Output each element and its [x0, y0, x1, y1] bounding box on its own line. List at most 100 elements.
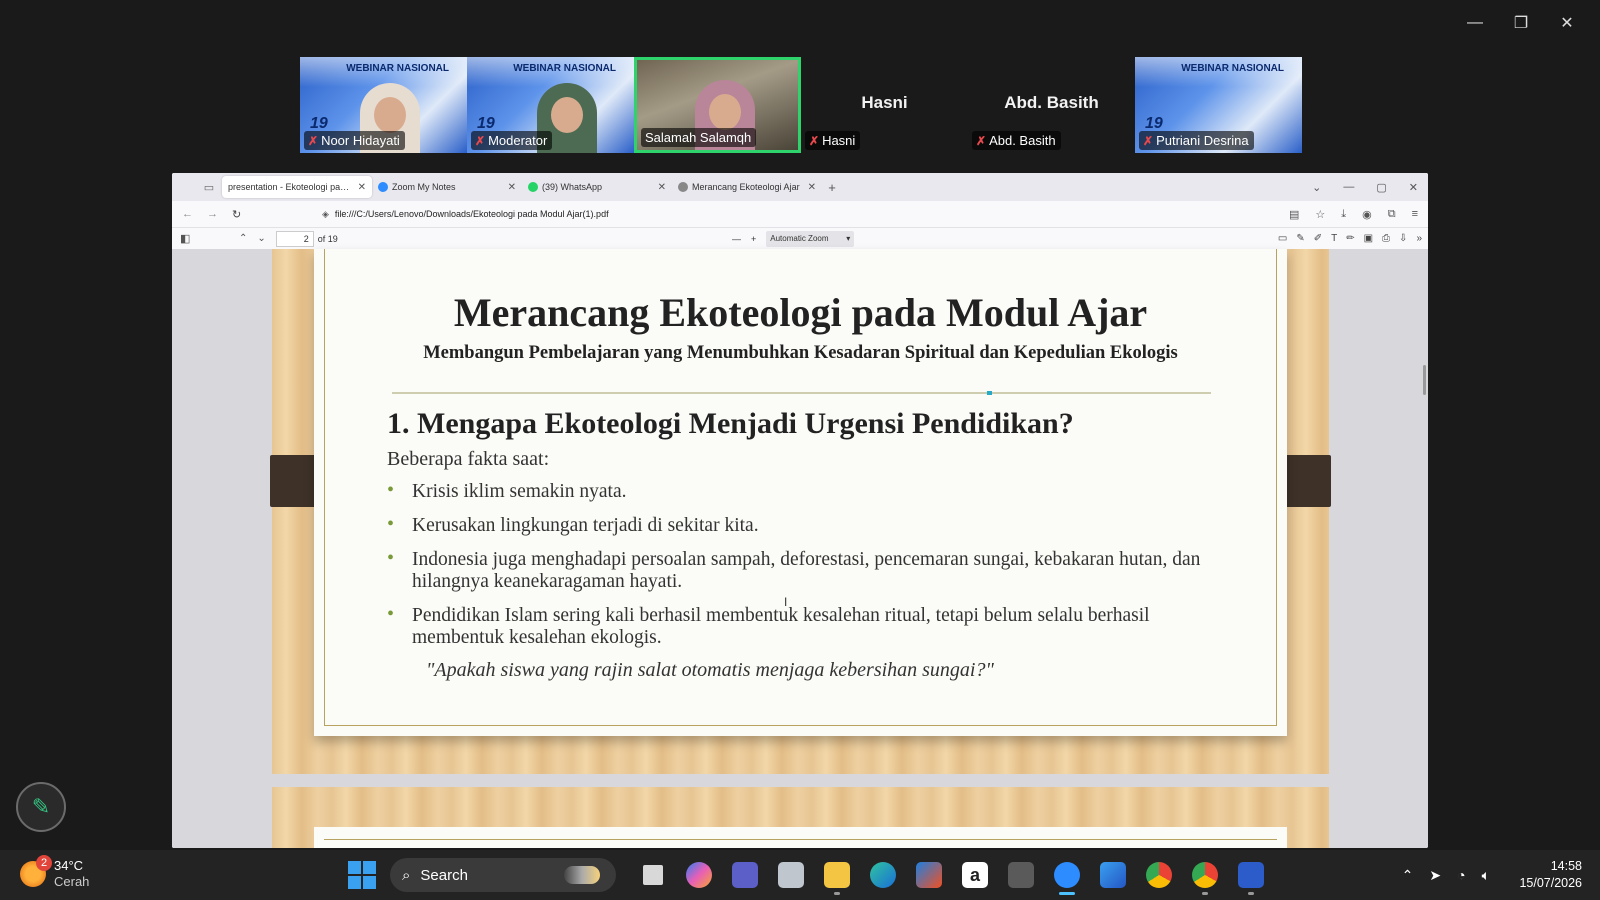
tab-zoom-notes[interactable]: Zoom My Notes ✕	[372, 176, 522, 198]
mic-muted-icon: ✗	[976, 133, 987, 148]
toolbar-icons: ▤ ☆ ⤓ ◉ ⧉ ≡	[1289, 208, 1418, 221]
printer-app-icon[interactable]	[768, 855, 814, 895]
notification-count: 2	[36, 855, 52, 871]
edit-icon[interactable]: ✎	[1296, 233, 1304, 244]
system-tray: ⌃ ➤ ◔ 🔈︎	[1402, 867, 1490, 884]
clock[interactable]: 14:58 15/07/2026	[1519, 858, 1582, 892]
windows-start-icon[interactable]	[348, 861, 376, 889]
save-icon[interactable]: ⇩	[1399, 233, 1407, 244]
participant-display-name: Abd. Basith	[1004, 93, 1099, 112]
amazon-icon[interactable]: a	[952, 855, 998, 895]
image-icon[interactable]: ▣	[1364, 233, 1373, 244]
reload-icon[interactable]: ↻	[232, 208, 241, 221]
url-text: file:///C:/Users/Lenovo/Downloads/Ekoteo…	[334, 209, 609, 219]
sidebar-toggle-icon[interactable]: ◧	[180, 232, 194, 245]
location-icon[interactable]: ➤	[1429, 867, 1441, 884]
window-controls: — ❐ ✕	[1452, 10, 1590, 36]
scrollbar-thumb[interactable]	[1423, 365, 1426, 395]
minimize-icon[interactable]: —	[1343, 181, 1354, 194]
participant-tile[interactable]: WEBINAR NASIONAL 19 ✗ Moderator	[467, 57, 634, 153]
weather-widget[interactable]: 2 34°C Cerah	[20, 855, 89, 890]
close-tab-icon[interactable]: ✕	[358, 182, 366, 193]
globe-icon	[678, 182, 688, 192]
search-input[interactable]: ⌕ Search	[390, 858, 616, 892]
draw-icon[interactable]: ✏	[1346, 233, 1354, 244]
calculator-icon[interactable]	[998, 855, 1044, 895]
text-icon[interactable]: T	[1331, 233, 1337, 244]
zoom-out-button[interactable]: —	[732, 234, 741, 244]
tab-merancang[interactable]: Merancang Ekoteologi Ajar ✕	[672, 176, 822, 198]
wifi-icon[interactable]: ◔	[1457, 867, 1465, 883]
zoom-in-button[interactable]: +	[751, 234, 756, 244]
print-icon[interactable]: ⎙	[1382, 233, 1390, 244]
teams-icon[interactable]	[722, 855, 768, 895]
pdf-viewer[interactable]: Merancang Ekoteologi pada Modul Ajar Mem…	[172, 249, 1428, 848]
word-icon[interactable]	[1228, 855, 1274, 895]
comment-icon[interactable]: ▭	[1278, 233, 1287, 244]
zoom-select[interactable]: Automatic Zoom ▾	[766, 230, 855, 247]
chrome-profile-icon[interactable]	[1182, 855, 1228, 895]
restore-button[interactable]: ❐	[1498, 10, 1544, 36]
close-icon[interactable]: ✕	[1409, 181, 1418, 194]
pdf-tools: ▭ ✎ ✐ T ✏ ▣ ⎙ ⇩ »	[1278, 233, 1422, 244]
close-tab-icon[interactable]: ✕	[508, 182, 516, 193]
zoom-controls: — + Automatic Zoom ▾	[732, 230, 855, 247]
annotate-pencil-icon[interactable]: ✎	[16, 782, 66, 832]
chevron-down-icon: ▾	[846, 234, 851, 243]
download-icon[interactable]: ⤓	[1341, 208, 1346, 221]
clock-date: 15/07/2026	[1519, 876, 1582, 890]
next-page-icon[interactable]: ⌄	[257, 233, 265, 244]
zoom-app-icon[interactable]	[1044, 855, 1090, 895]
whatsapp-icon	[528, 182, 538, 192]
snipping-tool-icon[interactable]	[1090, 855, 1136, 895]
participant-name-label: ✗ Noor Hidayati	[304, 131, 405, 150]
more-tools-icon[interactable]: »	[1416, 233, 1422, 244]
mic-muted-icon: ✗	[475, 133, 486, 148]
bullet-list: Krisis iklim semakin nyata. Kerusakan li…	[387, 479, 1207, 661]
participant-gallery: WEBINAR NASIONAL 19 ✗ Noor Hidayati WEBI…	[300, 57, 1302, 153]
temperature: 34°C	[54, 858, 84, 873]
chevron-up-icon[interactable]: ⌃	[1402, 867, 1414, 884]
participant-tile[interactable]: Hasni ✗ Hasni	[801, 57, 968, 153]
chevron-down-icon[interactable]: ⌄	[1312, 181, 1321, 194]
tab-whatsapp[interactable]: (39) WhatsApp ✕	[522, 176, 672, 198]
task-view-icon[interactable]	[630, 855, 676, 895]
tab-presentation[interactable]: presentation - Ekoteologi pada Mo ✕	[222, 176, 372, 198]
pdf-page	[272, 787, 1329, 848]
highlight-icon[interactable]: ✐	[1314, 233, 1322, 244]
participant-name-label: Salamah Salamqh	[641, 128, 757, 147]
participant-tile[interactable]: Abd. Basith ✗ Abd. Basith	[968, 57, 1135, 153]
file-explorer-icon[interactable]	[814, 855, 860, 895]
bookmark-star-icon[interactable]: ☆	[1315, 208, 1325, 221]
account-icon[interactable]: ◉	[1362, 208, 1372, 221]
tab-list-icon[interactable]: ▭	[196, 181, 222, 194]
back-icon[interactable]: ←	[182, 208, 193, 220]
close-button[interactable]: ✕	[1544, 10, 1590, 36]
volume-icon[interactable]: 🔈︎	[1482, 867, 1490, 884]
participant-tile-active-speaker[interactable]: Salamah Salamqh	[634, 57, 801, 153]
quote-text: "Apakah siswa yang rajin salat otomatis …	[426, 659, 994, 681]
extensions-icon[interactable]: ⧉	[1388, 208, 1396, 221]
participant-tile[interactable]: WEBINAR NASIONAL 19 ✗ Putriani Desrina	[1135, 57, 1302, 153]
copilot-icon[interactable]	[676, 855, 722, 895]
participant-tile[interactable]: WEBINAR NASIONAL 19 ✗ Noor Hidayati	[300, 57, 467, 153]
list-item: Kerusakan lingkungan terjadi di sekitar …	[387, 513, 1207, 537]
mic-muted-icon: ✗	[809, 133, 820, 148]
forward-icon[interactable]: →	[207, 208, 218, 220]
reader-view-icon[interactable]: ▤	[1289, 208, 1299, 221]
close-tab-icon[interactable]: ✕	[658, 182, 666, 193]
maximize-icon[interactable]: ▢	[1376, 181, 1386, 194]
address-bar[interactable]: ◈ file:///C:/Users/Lenovo/Downloads/Ekot…	[322, 204, 1233, 224]
browser-window-controls: ⌄ — ▢ ✕	[1312, 181, 1418, 194]
lead-text: Beberapa fakta saat:	[387, 448, 550, 470]
minimize-button[interactable]: —	[1452, 10, 1498, 36]
store-icon[interactable]	[906, 855, 952, 895]
close-tab-icon[interactable]: ✕	[808, 182, 816, 193]
menu-icon[interactable]: ≡	[1412, 208, 1418, 221]
edge-icon[interactable]	[860, 855, 906, 895]
chrome-icon[interactable]	[1136, 855, 1182, 895]
shared-screen-browser: ▭ presentation - Ekoteologi pada Mo ✕ Zo…	[172, 173, 1428, 848]
previous-page-icon[interactable]: ⌃	[239, 233, 247, 244]
new-tab-button[interactable]: +	[822, 180, 842, 195]
page-number-input[interactable]: 2	[275, 230, 314, 247]
